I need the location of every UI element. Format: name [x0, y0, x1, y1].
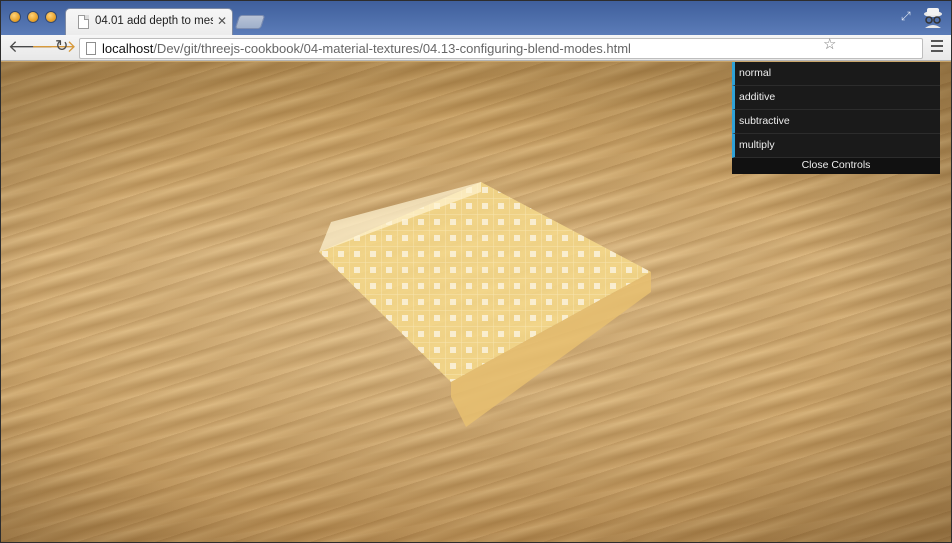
window-maximize-button[interactable]: [46, 12, 56, 22]
fullscreen-icon[interactable]: ⤢: [901, 9, 911, 24]
url-path: /Dev/git/threejs-cookbook/04-material-te…: [153, 41, 631, 56]
window-minimize-button[interactable]: [28, 12, 38, 22]
blend-option-label: subtractive: [739, 115, 790, 127]
url-text: localhost/Dev/git/threejs-cookbook/04-ma…: [102, 41, 631, 56]
blend-option-multiply[interactable]: multiply: [732, 134, 940, 158]
page-icon: [86, 42, 96, 55]
new-tab-button[interactable]: [234, 15, 266, 29]
blend-option-normal[interactable]: normal: [732, 62, 940, 86]
tab-title: 04.01 add depth to mesh: [95, 15, 213, 27]
page-icon: [78, 15, 89, 29]
forward-arrow-icon[interactable]: 🡒: [31, 37, 77, 57]
address-bar[interactable]: localhost/Dev/git/threejs-cookbook/04-ma…: [79, 38, 923, 59]
blend-option-label: normal: [739, 67, 772, 79]
url-host: localhost: [102, 41, 154, 56]
close-controls-button[interactable]: Close Controls: [732, 158, 940, 174]
tab-close-icon[interactable]: ✕: [217, 14, 227, 28]
controls-panel: normal additive subtractive multiply Clo…: [732, 62, 940, 174]
incognito-icon: [924, 8, 942, 28]
hamburger-menu-icon[interactable]: [931, 40, 943, 52]
blend-option-label: multiply: [739, 139, 775, 151]
blend-option-additive[interactable]: additive: [732, 86, 940, 110]
blended-mesh: [319, 182, 651, 427]
star-icon[interactable]: ☆: [823, 35, 836, 53]
window-close-button[interactable]: [10, 12, 20, 22]
blend-option-label: additive: [739, 91, 776, 103]
browser-toolbar: 🡐 🡒 ↻ localhost/Dev/git/threejs-cookbook…: [1, 35, 951, 61]
reload-icon[interactable]: ↻: [55, 37, 68, 57]
tab-strip: 04.01 add depth to mesh ✕ ⤢: [1, 1, 951, 35]
blend-option-subtractive[interactable]: subtractive: [732, 110, 940, 134]
browser-window: 04.01 add depth to mesh ✕ ⤢ 🡐 🡒 ↻ localh…: [0, 0, 952, 543]
browser-tab[interactable]: 04.01 add depth to mesh ✕: [65, 8, 233, 35]
